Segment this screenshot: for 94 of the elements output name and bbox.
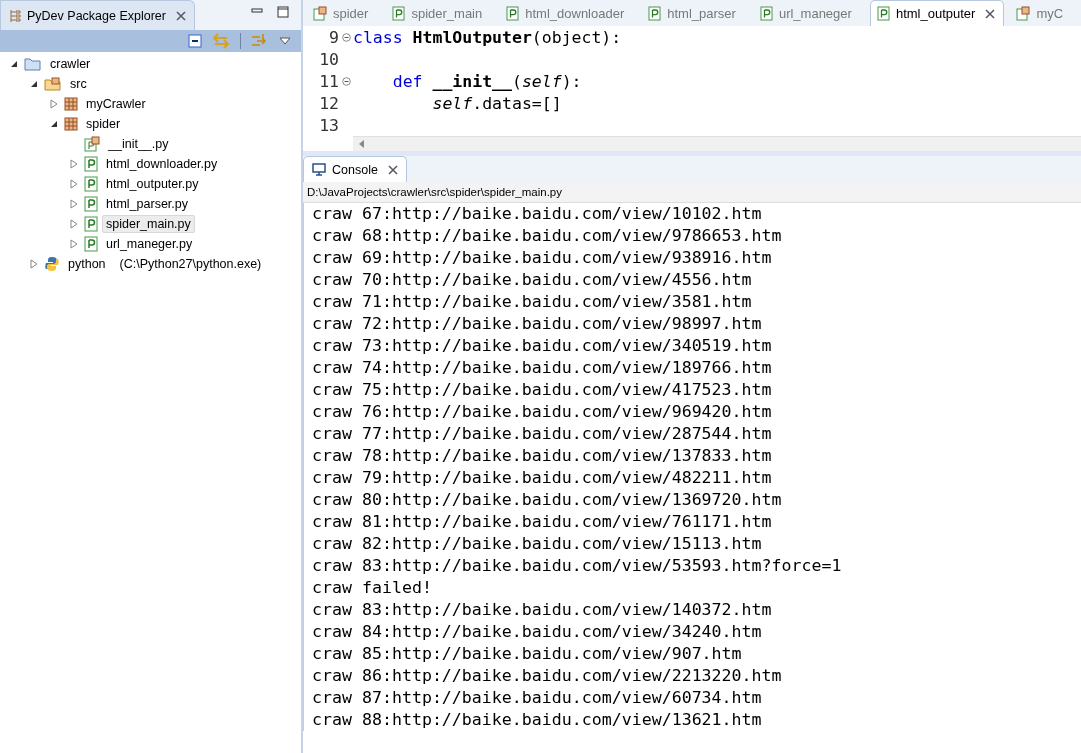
interpreter-path: (C:\Python27\python.exe) [119, 257, 262, 271]
fold-icon[interactable] [341, 32, 351, 42]
module-icon [84, 136, 100, 152]
close-icon[interactable] [387, 164, 398, 175]
line-number: 10 [318, 49, 339, 69]
console-line: craw 67:http://baike.baidu.com/view/10102.htm [312, 203, 763, 225]
console-line: craw 84:http://baike.baidu.com/view/34240.htm [312, 621, 763, 643]
editor-tab[interactable]: spider [307, 1, 387, 26]
console-line: craw 80:http://baike.baidu.com/view/1369720.htm [312, 489, 783, 511]
module-icon [84, 216, 98, 232]
console-line: craw 83:http://baike.baidu.com/view/53593.htm?force=1 [312, 555, 843, 577]
module-icon [876, 6, 890, 21]
collapsed-arrow-icon[interactable] [70, 239, 78, 249]
code-line: self.datas=[] [431, 93, 562, 113]
dropdown-icon[interactable] [279, 37, 291, 45]
tree-item[interactable]: html_parser.py [102, 195, 192, 213]
collapsed-arrow-icon[interactable] [50, 99, 58, 109]
package-icon [64, 117, 78, 131]
editor-tab[interactable]: spider_main [386, 1, 501, 26]
tree-item[interactable]: crawler [46, 55, 95, 73]
package-file-icon [313, 6, 327, 21]
console-line: craw 86:http://baike.baidu.com/view/2213220.htm [312, 665, 783, 687]
console-line: craw 68:http://baike.baidu.com/view/9786653.htm [312, 225, 783, 247]
console-line: craw 88:http://baike.baidu.com/view/13621.htm [312, 709, 763, 731]
console-line: craw 87:http://baike.baidu.com/view/60734.htm [312, 687, 763, 709]
console-line: craw 70:http://baike.baidu.com/view/4556.htm [312, 269, 753, 291]
tree-icon [9, 8, 21, 23]
tree-item[interactable]: spider [82, 115, 125, 133]
tree-item[interactable]: python [64, 255, 110, 273]
expanded-arrow-icon[interactable] [30, 80, 38, 88]
console-line: craw 71:http://baike.baidu.com/view/3581.htm [312, 291, 753, 313]
console-line: craw 73:http://baike.baidu.com/view/340519.htm [312, 335, 773, 357]
console-tab[interactable]: Console [303, 156, 407, 182]
collapsed-arrow-icon[interactable] [70, 179, 78, 189]
line-number: 11 [318, 71, 339, 91]
module-icon [759, 6, 773, 21]
console-line: craw 72:http://baike.baidu.com/view/98997.htm [312, 313, 763, 335]
module-icon [392, 6, 406, 21]
package-file-icon [1016, 6, 1031, 21]
tree-item[interactable]: src [66, 75, 91, 93]
tree-item[interactable]: __init__.py [104, 135, 173, 153]
expanded-arrow-icon[interactable] [50, 120, 58, 128]
maximize-icon[interactable] [277, 6, 289, 18]
horizontal-scrollbar[interactable] [353, 136, 1081, 151]
tree-item[interactable]: myCrawler [82, 95, 150, 113]
collapsed-arrow-icon[interactable] [70, 199, 78, 209]
module-icon [84, 196, 98, 212]
editor-tab[interactable]: html_downloader [500, 1, 643, 26]
folder-icon [24, 57, 42, 71]
console-line: craw 69:http://baike.baidu.com/view/938916.htm [312, 247, 773, 269]
console-line: craw 79:http://baike.baidu.com/view/482211.htm [312, 467, 773, 489]
console-line: craw failed! [312, 577, 433, 599]
console-line: craw 77:http://baike.baidu.com/view/287544.htm [312, 423, 773, 445]
console-line: craw 83:http://baike.baidu.com/view/140372.htm [312, 599, 773, 621]
monitor-icon [312, 163, 326, 176]
explorer-tab[interactable]: PyDev Package Explorer [0, 0, 195, 30]
code-line: class HtmlOutputer(object): [353, 27, 622, 47]
console-path: D:\JavaProjects\crawler\src\spider\spider_main.py [303, 182, 1081, 203]
module-icon [648, 6, 662, 21]
code-line: def __init__(self): [391, 71, 582, 91]
console-line: craw 76:http://baike.baidu.com/view/969420.htm [312, 401, 773, 423]
console-line: craw 81:http://baike.baidu.com/view/761171.htm [312, 511, 773, 533]
expanded-arrow-icon[interactable] [10, 60, 18, 68]
module-icon [506, 6, 520, 21]
scroll-left-icon[interactable] [359, 140, 365, 148]
close-icon[interactable] [175, 10, 186, 21]
line-number: 12 [318, 93, 339, 113]
collapsed-arrow-icon[interactable] [70, 219, 78, 229]
tree-item[interactable]: spider_main.py [102, 215, 195, 233]
console-line: craw 85:http://baike.baidu.com/view/907.htm [312, 643, 743, 665]
console-line: craw 75:http://baike.baidu.com/view/417523.htm [312, 379, 773, 401]
close-icon[interactable] [985, 8, 996, 19]
collapsed-arrow-icon[interactable] [70, 159, 78, 169]
editor-tab[interactable]: html_parser [642, 1, 754, 26]
tree-item[interactable]: html_outputer.py [102, 175, 203, 193]
console-line: craw 82:http://baike.baidu.com/view/15113.htm [312, 533, 763, 555]
console-line: craw 74:http://baike.baidu.com/view/189766.htm [312, 357, 773, 379]
collapse-all-icon[interactable] [188, 34, 202, 48]
collapsed-arrow-icon[interactable] [30, 259, 38, 269]
line-number: 9 [328, 27, 339, 47]
console-line: craw 78:http://baike.baidu.com/view/137833.htm [312, 445, 773, 467]
module-icon [84, 236, 98, 252]
line-number: 13 [318, 115, 339, 135]
tree-item[interactable]: url_maneger.py [102, 235, 197, 253]
editor-tab[interactable]: url_maneger [753, 1, 870, 26]
editor-tab[interactable]: html_outputer [869, 0, 1005, 26]
module-icon [84, 156, 98, 172]
package-icon [64, 97, 78, 111]
package-folder-icon [44, 77, 62, 91]
tree-item[interactable]: html_downloader.py [102, 155, 222, 173]
python-logo-icon [44, 256, 60, 272]
fold-icon[interactable] [341, 76, 351, 86]
module-icon [84, 176, 98, 192]
editor-tab[interactable]: myC [1010, 1, 1081, 26]
